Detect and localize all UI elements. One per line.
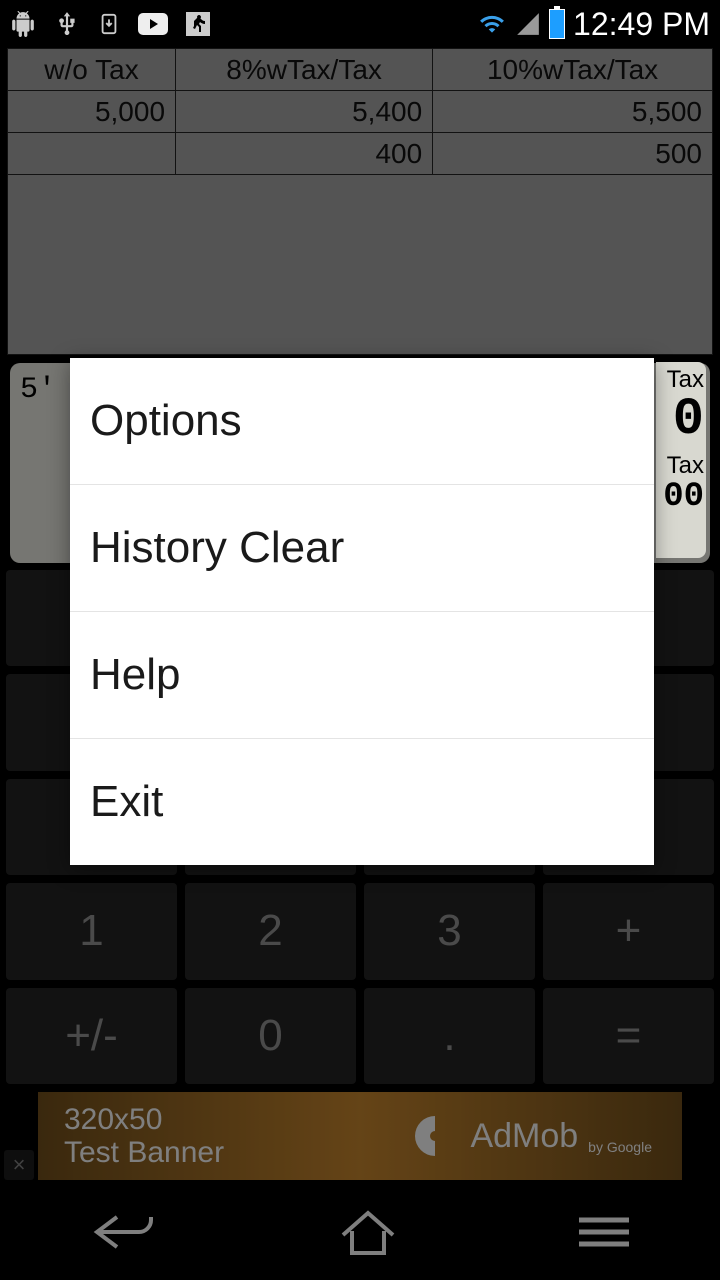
menu-item-options[interactable]: Options: [70, 358, 654, 485]
battery-icon: [549, 9, 565, 39]
menu-item-exit[interactable]: Exit: [70, 739, 654, 865]
menu-item-help[interactable]: Help: [70, 612, 654, 739]
menu-item-history-clear[interactable]: History Clear: [70, 485, 654, 612]
options-menu-dialog: Options History Clear Help Exit: [70, 358, 654, 865]
tax-label: Tax: [658, 452, 704, 480]
status-bar: 12:49 PM: [0, 0, 720, 48]
android-icon: [10, 11, 36, 37]
usb-icon: [54, 11, 80, 37]
download-icon: [98, 11, 120, 37]
status-right: 12:49 PM: [477, 6, 710, 43]
signal-icon: [515, 11, 541, 37]
display-right-edge: Tax 0 Tax 00: [656, 362, 706, 558]
wifi-icon: [477, 11, 507, 37]
tax-value: 00: [658, 480, 704, 514]
youtube-icon: [138, 13, 168, 35]
running-app-icon: [186, 12, 210, 36]
tax-value: 0: [658, 394, 704, 446]
clock: 12:49 PM: [573, 6, 710, 43]
status-left: [10, 11, 210, 37]
